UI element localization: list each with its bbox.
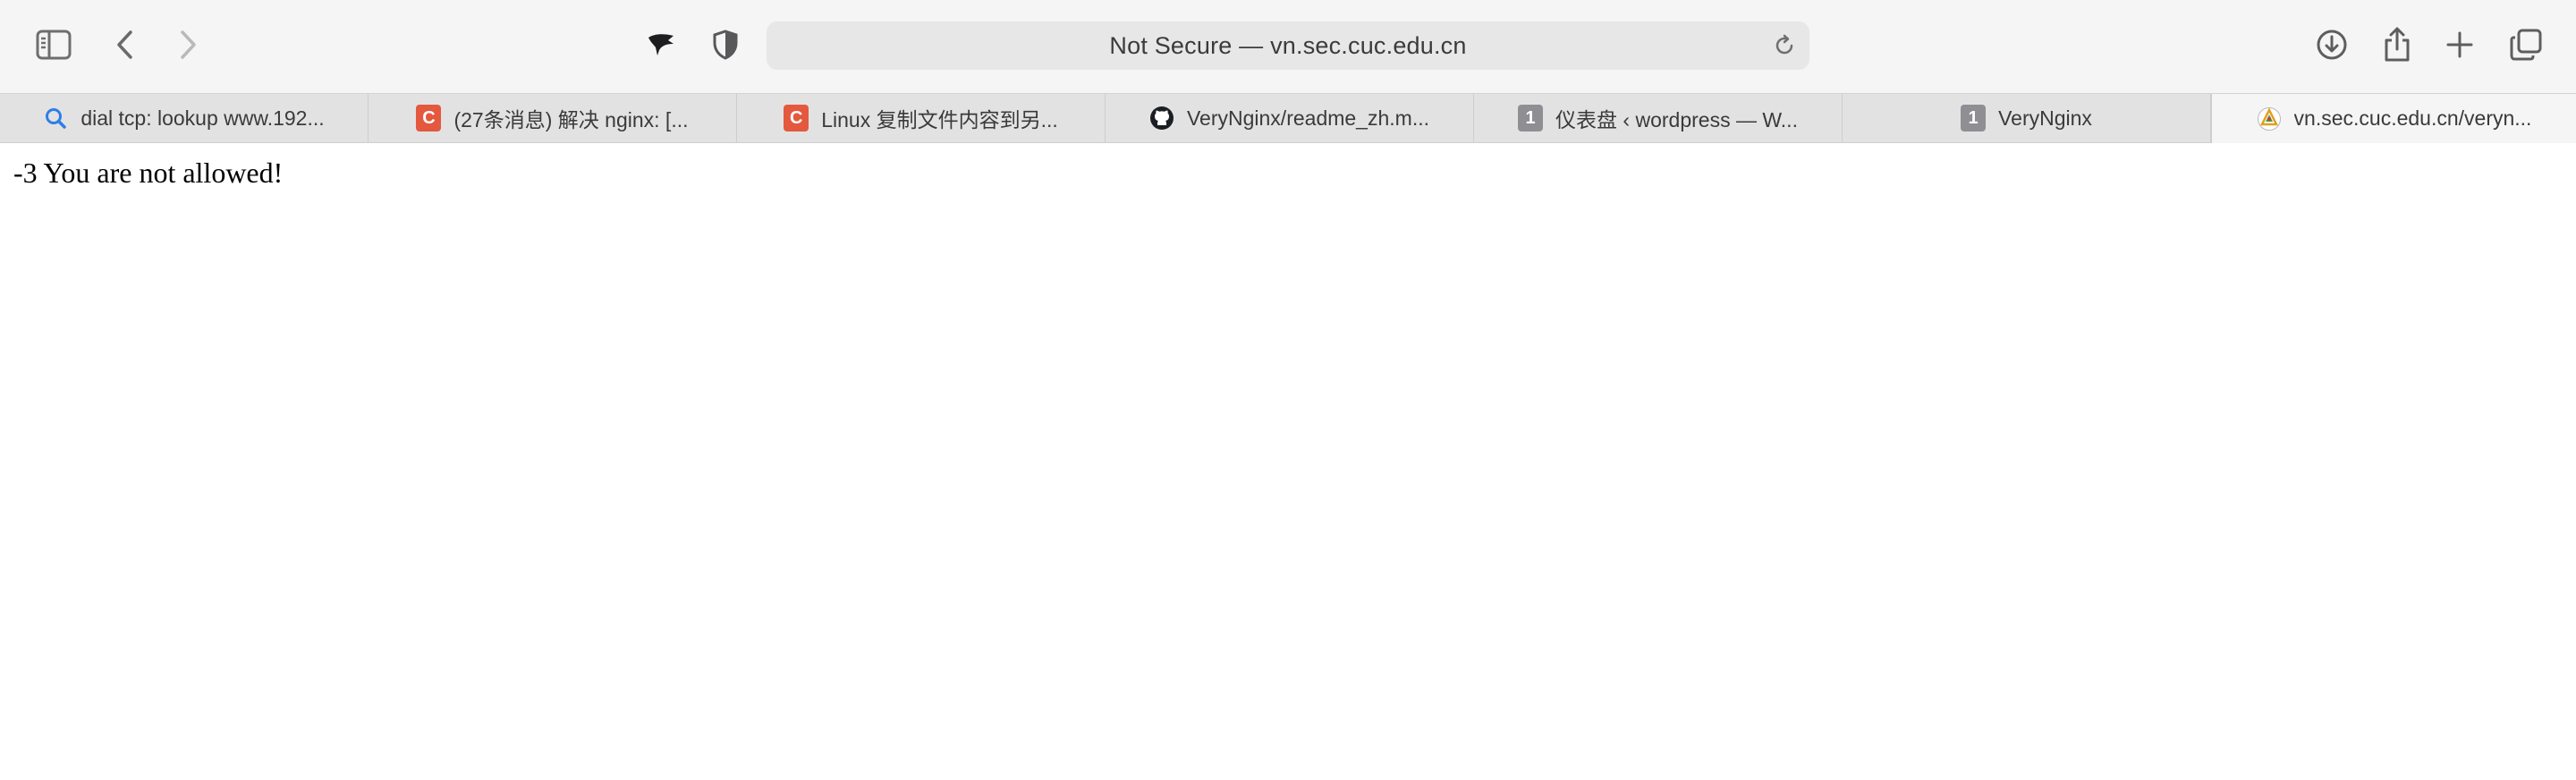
tab-title: VeryNginx/readme_zh.m... [1186,106,1429,130]
sidebar-button[interactable] [36,29,72,61]
downloads-button[interactable] [2315,27,2349,63]
search-icon [43,106,68,131]
extension-button[interactable] [646,30,678,59]
bird-icon [647,32,677,57]
number-badge-icon: 1 [1518,105,1544,131]
tab-title: Linux 复制文件内容到另... [821,108,1058,131]
tab-overview-button[interactable] [2508,27,2544,63]
forward-button[interactable] [174,27,202,63]
csdn-favicon-icon: C [784,105,809,131]
tab-title: vn.sec.cuc.edu.cn/veryn... [2293,106,2532,130]
browser-toolbar: Not Secure — vn.sec.cuc.edu.cn [0,0,2576,93]
github-icon [1149,106,1174,131]
shield-icon [712,30,739,60]
csdn-favicon-letter: C [416,105,442,131]
chevron-left-icon [115,30,135,60]
plus-icon [2446,31,2473,58]
tab-dial-tcp[interactable]: dial tcp: lookup www.192... [0,94,369,142]
tab-title: (27条消息) 解决 nginx: [... [453,108,689,131]
page-content: -3 You are not allowed! [0,143,2576,780]
tabs-icon [2509,28,2543,62]
tab-title: dial tcp: lookup www.192... [80,106,325,130]
tab-csdn-nginx[interactable]: C (27条消息) 解决 nginx: [... [369,94,737,142]
chevron-right-icon [178,30,198,60]
badge-number: 1 [1518,105,1544,131]
csdn-favicon-icon: C [416,105,442,131]
tab-verynginx[interactable]: 1 VeryNginx [1843,94,2211,142]
address-bar[interactable]: Not Secure — vn.sec.cuc.edu.cn [767,21,1809,70]
tab-github-readme[interactable]: VeryNginx/readme_zh.m... [1106,94,1474,142]
share-button[interactable] [2381,25,2413,64]
tab-active-vn-sec[interactable]: vn.sec.cuc.edu.cn/veryn... [2211,94,2576,143]
share-icon [2383,27,2411,63]
site-logo-icon [2257,106,2282,131]
number-badge-icon: 1 [1961,105,1987,131]
csdn-favicon-letter: C [784,105,809,131]
download-icon [2316,29,2348,61]
tab-title: VeryNginx [1998,106,2092,130]
address-text[interactable]: Not Secure — vn.sec.cuc.edu.cn [767,21,1809,70]
reload-icon[interactable] [1772,33,1797,58]
error-message: -3 You are not allowed! [13,157,284,189]
back-button[interactable] [111,27,140,63]
badge-number: 1 [1961,105,1987,131]
privacy-report-button[interactable] [710,29,741,61]
tab-bar: dial tcp: lookup www.192... C (27条消息) 解决… [0,93,2576,143]
new-tab-button[interactable] [2444,29,2476,61]
tab-wordpress-dashboard[interactable]: 1 仪表盘 ‹ wordpress — W... [1474,94,1843,142]
sidebar-icon [36,30,72,60]
tab-title: 仪表盘 ‹ wordpress — W... [1555,108,1798,131]
tab-csdn-linux[interactable]: C Linux 复制文件内容到另... [737,94,1106,142]
